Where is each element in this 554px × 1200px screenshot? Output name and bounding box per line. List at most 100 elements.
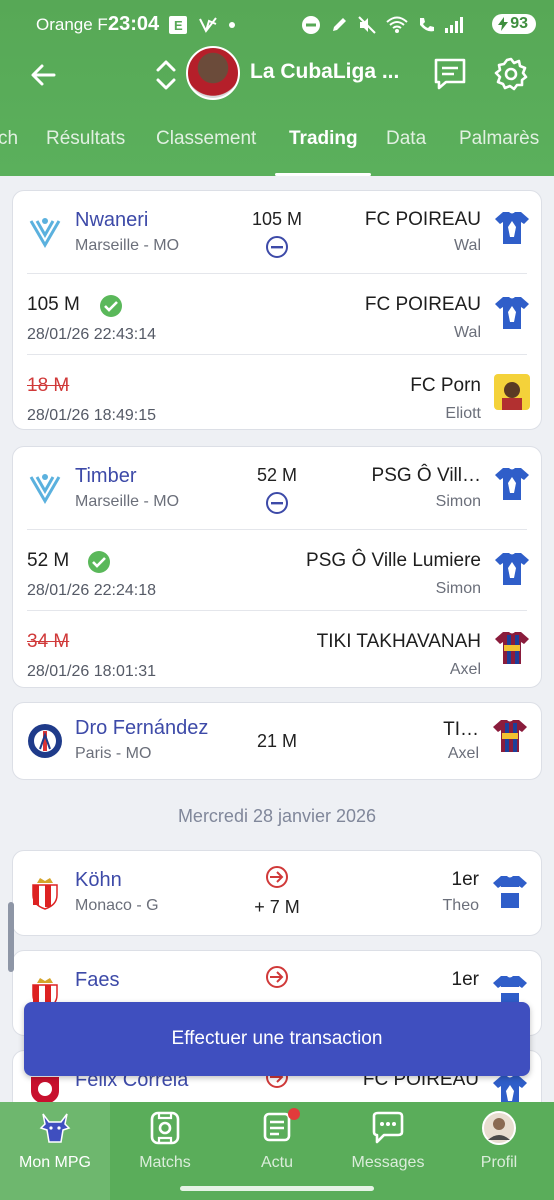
om-badge-icon <box>29 218 61 248</box>
team-name: PSG Ô Vill… <box>371 465 481 486</box>
bid-amount: 34 M <box>27 631 70 652</box>
bid-amount: 105 M <box>27 294 80 315</box>
trade-card: Nwaneri Marseille - MO 105 M FC POIREAU … <box>12 190 542 430</box>
vinted-icon <box>199 17 217 33</box>
owner-name: Wal <box>454 237 481 254</box>
nav-label: Matchs <box>139 1154 191 1171</box>
battery-indicator: 93 <box>492 14 536 34</box>
bid-row: 52 M 28/01/26 22:24:18 PSG Ô Ville Lumie… <box>13 530 543 610</box>
trade-summary-row[interactable]: Timber Marseille - MO 52 M PSG Ô Vill… S… <box>13 447 543 529</box>
nav-label: Profil <box>480 1154 518 1171</box>
call-icon <box>420 18 434 32</box>
trade-card[interactable]: Dro Fernández Paris - MO 21 M TI… Axel <box>12 702 542 780</box>
section-tabs: ch Résultats Classement Trading Data Pal… <box>0 116 554 176</box>
player-name[interactable]: Timber <box>75 465 136 488</box>
bolt-icon <box>498 17 509 31</box>
back-arrow-icon[interactable] <box>26 58 60 92</box>
player-name[interactable]: Dro Fernández <box>75 717 208 740</box>
player-name[interactable]: Köhn <box>75 869 122 892</box>
bid-team: FC Porn <box>410 375 481 396</box>
top-bar: La CubaLiga ... <box>0 44 554 104</box>
dnd-icon <box>302 16 320 34</box>
bid-row: 105 M 28/01/26 22:43:14 FC POIREAU Wal <box>13 274 543 354</box>
player-name[interactable]: Nwaneri <box>75 209 148 232</box>
news-app-icon: E <box>169 16 187 34</box>
trading-feed: Nwaneri Marseille - MO 105 M FC POIREAU … <box>0 176 554 1102</box>
tab-palmares[interactable]: Palmarès <box>459 128 539 150</box>
bid-team: PSG Ô Ville Lumiere <box>306 550 481 571</box>
player-club: Paris - MO <box>75 745 152 762</box>
tab-data[interactable]: Data <box>386 128 426 150</box>
bid-team: TIKI TAKHAVANAH <box>316 631 481 652</box>
nav-mon-mpg[interactable]: Mon MPG <box>0 1102 110 1200</box>
scrollbar-handle[interactable] <box>8 902 14 972</box>
bid-date: 28/01/26 18:49:15 <box>27 407 157 424</box>
owner-name: Axel <box>447 745 479 762</box>
rank-label: 1er <box>451 869 479 890</box>
tab-classement[interactable]: Classement <box>156 128 256 150</box>
jersey-blue-goat-icon <box>493 1076 527 1102</box>
minus-circle-icon <box>266 236 288 258</box>
signal-icon <box>445 17 463 33</box>
home-indicator[interactable] <box>180 1186 374 1191</box>
team-avatar-icon <box>494 374 530 410</box>
trade-price: 21 M <box>256 731 298 751</box>
bid-row: 34 M 28/01/26 18:01:31 TIKI TAKHAVANAH A… <box>13 611 543 689</box>
date-header: Mercredi 28 janvier 2026 <box>177 806 377 826</box>
player-name[interactable]: Faes <box>75 969 119 992</box>
bid-owner: Simon <box>435 580 481 597</box>
bid-owner: Axel <box>449 661 481 678</box>
bid-team: FC POIREAU <box>364 294 481 315</box>
transfer-arrow-icon <box>266 866 288 888</box>
owner-name: Theo <box>442 897 479 914</box>
om-badge-icon <box>29 474 61 504</box>
trade-price: 105 M <box>251 209 303 229</box>
bid-row: 18 M 28/01/26 18:49:15 FC Porn Eliott <box>13 355 543 431</box>
settings-gear-icon[interactable] <box>493 56 529 92</box>
tab-resultats[interactable]: Résultats <box>46 128 125 150</box>
transfer-card[interactable]: Köhn Monaco - G + 7 M 1er Theo <box>12 850 542 936</box>
tab-trading[interactable]: Trading <box>289 128 358 150</box>
nav-label: Mon MPG <box>18 1154 91 1171</box>
bottom-nav: Mon MPG Matchs Actu Messages Profil <box>0 1102 554 1200</box>
league-chat-icon[interactable] <box>432 56 468 92</box>
app-header: Orange F 23:04 E 93 La CubaLiga ... ch R <box>0 0 554 176</box>
dot-icon <box>229 22 235 28</box>
clock: 23:04 <box>108 13 160 35</box>
tab-match[interactable]: ch <box>0 128 18 150</box>
bid-date: 28/01/26 22:24:18 <box>27 582 157 599</box>
league-avatar[interactable] <box>186 46 240 100</box>
nav-label: Messages <box>351 1154 425 1171</box>
monaco-badge-icon <box>32 878 58 910</box>
jersey-blue-goat-icon <box>495 553 529 585</box>
jersey-blue-goat-icon <box>495 468 529 500</box>
mute-icon <box>358 16 376 34</box>
bid-owner: Wal <box>454 324 481 341</box>
bid-owner: Eliott <box>445 405 481 422</box>
profile-avatar <box>482 1111 516 1145</box>
winning-check-icon <box>100 295 122 317</box>
player-club: Marseille - MO <box>75 237 180 254</box>
player-club: Monaco - G <box>75 897 159 914</box>
league-switch-icon[interactable] <box>152 58 180 92</box>
jersey-barca-icon <box>495 632 529 664</box>
transaction-button[interactable]: Effectuer une transaction <box>24 1002 530 1076</box>
nav-profil[interactable]: Profil <box>444 1102 554 1200</box>
player-club: Marseille - MO <box>75 493 180 510</box>
match-icon <box>150 1111 180 1145</box>
pen-icon <box>333 18 346 31</box>
team-name: FC POIREAU <box>364 209 481 230</box>
league-title[interactable]: La CubaLiga ... <box>250 60 399 84</box>
rank-label: 1er <box>451 969 479 990</box>
jersey-blue-white-icon <box>493 876 527 908</box>
carrier-label: Orange F <box>36 15 108 34</box>
notification-icons: E <box>168 15 236 35</box>
nav-label: Actu <box>260 1154 293 1171</box>
battery-level: 93 <box>510 15 528 32</box>
svg-text:E: E <box>174 18 183 33</box>
trade-summary-row[interactable]: Nwaneri Marseille - MO 105 M FC POIREAU … <box>13 191 543 273</box>
bid-amount: 52 M <box>27 550 70 571</box>
bid-date: 28/01/26 18:01:31 <box>27 663 157 680</box>
transfer-delta: + 7 M <box>254 897 300 917</box>
jersey-barca-icon <box>493 720 527 752</box>
